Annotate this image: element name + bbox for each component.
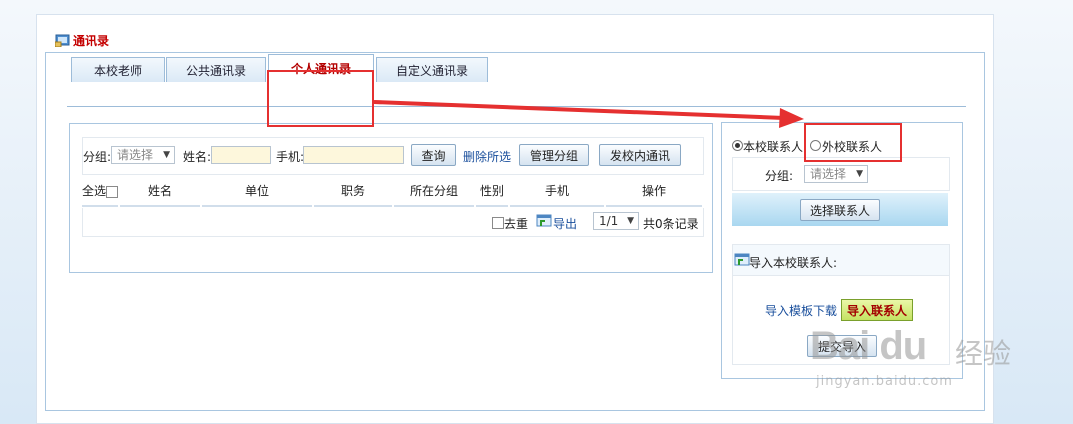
query-button[interactable]: 查询 xyxy=(411,144,456,166)
select-contacts-bar: 选择联系人 xyxy=(732,193,948,226)
dropdown-arrow-icon: ▼ xyxy=(163,150,170,160)
tab-public-contacts[interactable]: 公共通讯录 xyxy=(166,57,266,82)
import-icon xyxy=(734,253,750,266)
dedupe-label: 去重 xyxy=(504,217,529,231)
manage-group-button[interactable]: 管理分组 xyxy=(519,144,589,166)
address-book-icon xyxy=(55,34,70,47)
pager-row: 去重 导出 1/1 ▼ 共0条记录 xyxy=(82,208,704,237)
select-all-checkbox[interactable] xyxy=(106,185,119,198)
template-download-link[interactable]: 导入模板下载 xyxy=(765,302,837,319)
column-header: 姓名 xyxy=(120,178,200,207)
column-header: 手机 xyxy=(510,178,604,207)
phone-label: 手机: xyxy=(276,150,305,164)
watermark-brand: Bai du xyxy=(810,324,927,368)
group-label: 分组: xyxy=(83,150,112,164)
phone-input[interactable] xyxy=(303,146,404,164)
select-all-header[interactable]: 全选 xyxy=(82,178,119,207)
watermark-brand-cn: 经验 xyxy=(955,337,1012,370)
tab-custom-contacts[interactable]: 自定义通讯录 xyxy=(376,57,488,82)
page-title: 通讯录 xyxy=(73,33,110,48)
dedupe-checkbox[interactable] xyxy=(492,217,504,229)
column-header: 单位 xyxy=(202,178,312,207)
page-select[interactable]: 1/1 ▼ xyxy=(593,212,639,230)
watermark-url: jingyan.baidu.com xyxy=(816,374,953,389)
panel-group-row: 分组: 请选择 ▼ xyxy=(732,157,950,191)
tab-label: 公共通讯录 xyxy=(185,63,246,78)
radio-local-label: 本校联系人 xyxy=(743,140,804,154)
baidu-watermark: Bai du 经验 jingyan.baidu.com xyxy=(800,322,1040,398)
group-select[interactable]: 请选择 ▼ xyxy=(111,146,175,164)
group-select-value: 请选择 xyxy=(117,148,154,162)
select-contacts-button[interactable]: 选择联系人 xyxy=(800,199,880,221)
tab-label: 自定义通讯录 xyxy=(395,63,468,78)
search-bar: 分组: 请选择 ▼ 姓名: 手机: 查询 删除所选 管理分组 发校内通讯 xyxy=(82,137,704,175)
tab-label: 本校老师 xyxy=(93,63,142,78)
page-select-value: 1/1 xyxy=(599,214,619,228)
import-header: 导入本校联系人: xyxy=(732,244,950,276)
select-all-label: 全选 xyxy=(82,184,107,198)
column-header: 操作 xyxy=(606,178,702,207)
send-notice-button[interactable]: 发校内通讯 xyxy=(599,144,681,166)
import-header-label: 导入本校联系人: xyxy=(749,256,838,270)
dropdown-arrow-icon: ▼ xyxy=(627,216,634,226)
table-header: 全选 姓名 单位 职务 所在分组 性别 手机 操作 xyxy=(82,178,702,207)
panel-group-label: 分组: xyxy=(765,169,794,183)
panel-group-select-value: 请选择 xyxy=(810,167,847,181)
name-input[interactable] xyxy=(211,146,271,164)
column-header: 职务 xyxy=(314,178,392,207)
name-label: 姓名: xyxy=(183,150,212,164)
dropdown-arrow-icon: ▼ xyxy=(856,169,863,179)
annotation-box-personal-tab xyxy=(267,70,374,127)
column-header: 性别 xyxy=(476,178,508,207)
page-title-row: 通讯录 xyxy=(55,31,109,49)
contact-list-panel: 分组: 请选择 ▼ 姓名: 手机: 查询 删除所选 管理分组 发校内通讯 全选 … xyxy=(69,123,713,273)
radio-local-contacts[interactable] xyxy=(732,140,743,151)
export-icon[interactable] xyxy=(536,214,552,228)
tab-school-teachers[interactable]: 本校老师 xyxy=(71,57,165,82)
import-contacts-button[interactable]: 导入联系人 xyxy=(841,299,913,321)
column-header: 所在分组 xyxy=(394,178,474,207)
annotation-box-external-radio xyxy=(804,123,902,162)
export-link[interactable]: 导出 xyxy=(553,215,577,232)
delete-selected-link[interactable]: 删除所选 xyxy=(463,148,511,165)
annotation-arrow-icon xyxy=(373,100,804,128)
record-count: 共0条记录 xyxy=(643,217,699,231)
panel-group-select[interactable]: 请选择 ▼ xyxy=(804,165,868,183)
